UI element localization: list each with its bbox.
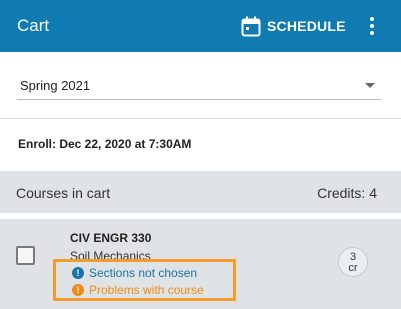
- term-select[interactable]: Spring 2021: [17, 66, 381, 100]
- course-checkbox[interactable]: [16, 246, 35, 265]
- issue-sections-not-chosen[interactable]: ! Sections not chosen: [72, 266, 197, 280]
- divider: [0, 118, 401, 119]
- issue-label: Problems with course: [89, 283, 204, 297]
- schedule-button[interactable]: SCHEDULE: [241, 14, 346, 38]
- issue-problems-with-course[interactable]: ! Problems with course: [72, 283, 204, 297]
- cart-header: Courses in cart Credits: 4: [0, 171, 401, 213]
- app-bar: Cart SCHEDULE: [0, 0, 401, 52]
- calendar-icon: [241, 16, 261, 36]
- more-vert-icon[interactable]: [364, 14, 380, 38]
- term-select-value: Spring 2021: [20, 78, 91, 93]
- enroll-date: Enroll: Dec 22, 2020 at 7:30AM: [18, 137, 192, 151]
- course-card[interactable]: CIV ENGR 330 Soil Mechanics ! Sections n…: [0, 219, 401, 309]
- issues-highlight: ! Sections not chosen ! Problems with co…: [53, 259, 236, 301]
- info-icon: !: [72, 267, 84, 279]
- course-code: CIV ENGR 330: [70, 231, 152, 245]
- cart-header-label: Courses in cart: [16, 185, 111, 201]
- credits-badge-unit: cr: [348, 262, 358, 274]
- dropdown-arrow-icon: [365, 83, 375, 88]
- page-title: Cart: [17, 16, 50, 35]
- issue-label: Sections not chosen: [89, 266, 198, 280]
- credits-badge: 3 cr: [338, 247, 368, 277]
- credits-total: Credits: 4: [317, 185, 377, 201]
- schedule-label: SCHEDULE: [267, 18, 346, 34]
- warning-icon: !: [72, 284, 84, 296]
